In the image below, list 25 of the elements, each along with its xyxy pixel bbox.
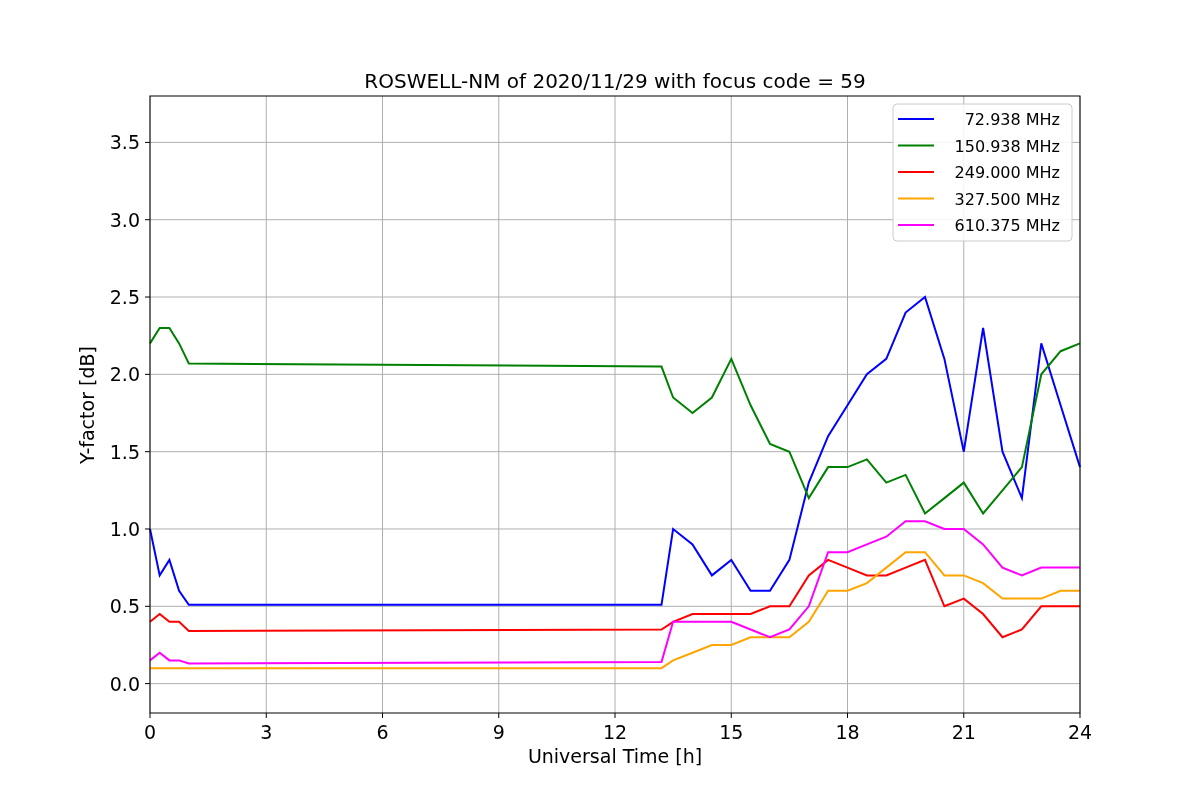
x-tick-label: 12 <box>602 721 628 743</box>
y-tick-label: 2.0 <box>109 363 140 386</box>
x-axis-label: Universal Time [h] <box>527 745 703 767</box>
legend-label: 249.000 MHz <box>954 163 1060 182</box>
y-tick-label: 1.0 <box>109 518 140 540</box>
y-tick-label: 1.5 <box>109 440 140 463</box>
y-tick-label: 2.5 <box>109 286 140 309</box>
x-tick-label: 0 <box>143 721 157 743</box>
legend-label: 610.375 MHz <box>954 216 1060 235</box>
y-tick-label: 0.5 <box>109 595 140 618</box>
x-tick-label: 18 <box>835 721 860 743</box>
y-tick-label: 3.0 <box>109 208 140 231</box>
y-tick-label: 3.5 <box>109 131 140 154</box>
x-tick-label: 24 <box>1067 721 1093 743</box>
chart-title: ROSWELL-NM of 2020/11/29 with focus code = 59 <box>364 69 866 93</box>
x-tick-label: 6 <box>376 721 389 743</box>
y-tick-label: 0.0 <box>109 672 140 695</box>
x-tick-label: 21 <box>951 721 976 743</box>
legend-label: 72.938 MHz <box>964 110 1060 129</box>
y-axis-label: Y-factor [dB] <box>76 346 98 464</box>
x-tick-label: 9 <box>492 721 505 743</box>
legend-label: 150.938 MHz <box>954 136 1060 156</box>
legend-label: 327.500 MHz <box>954 189 1060 209</box>
x-tick-label: 15 <box>719 721 744 743</box>
x-tick-label: 3 <box>260 721 273 743</box>
